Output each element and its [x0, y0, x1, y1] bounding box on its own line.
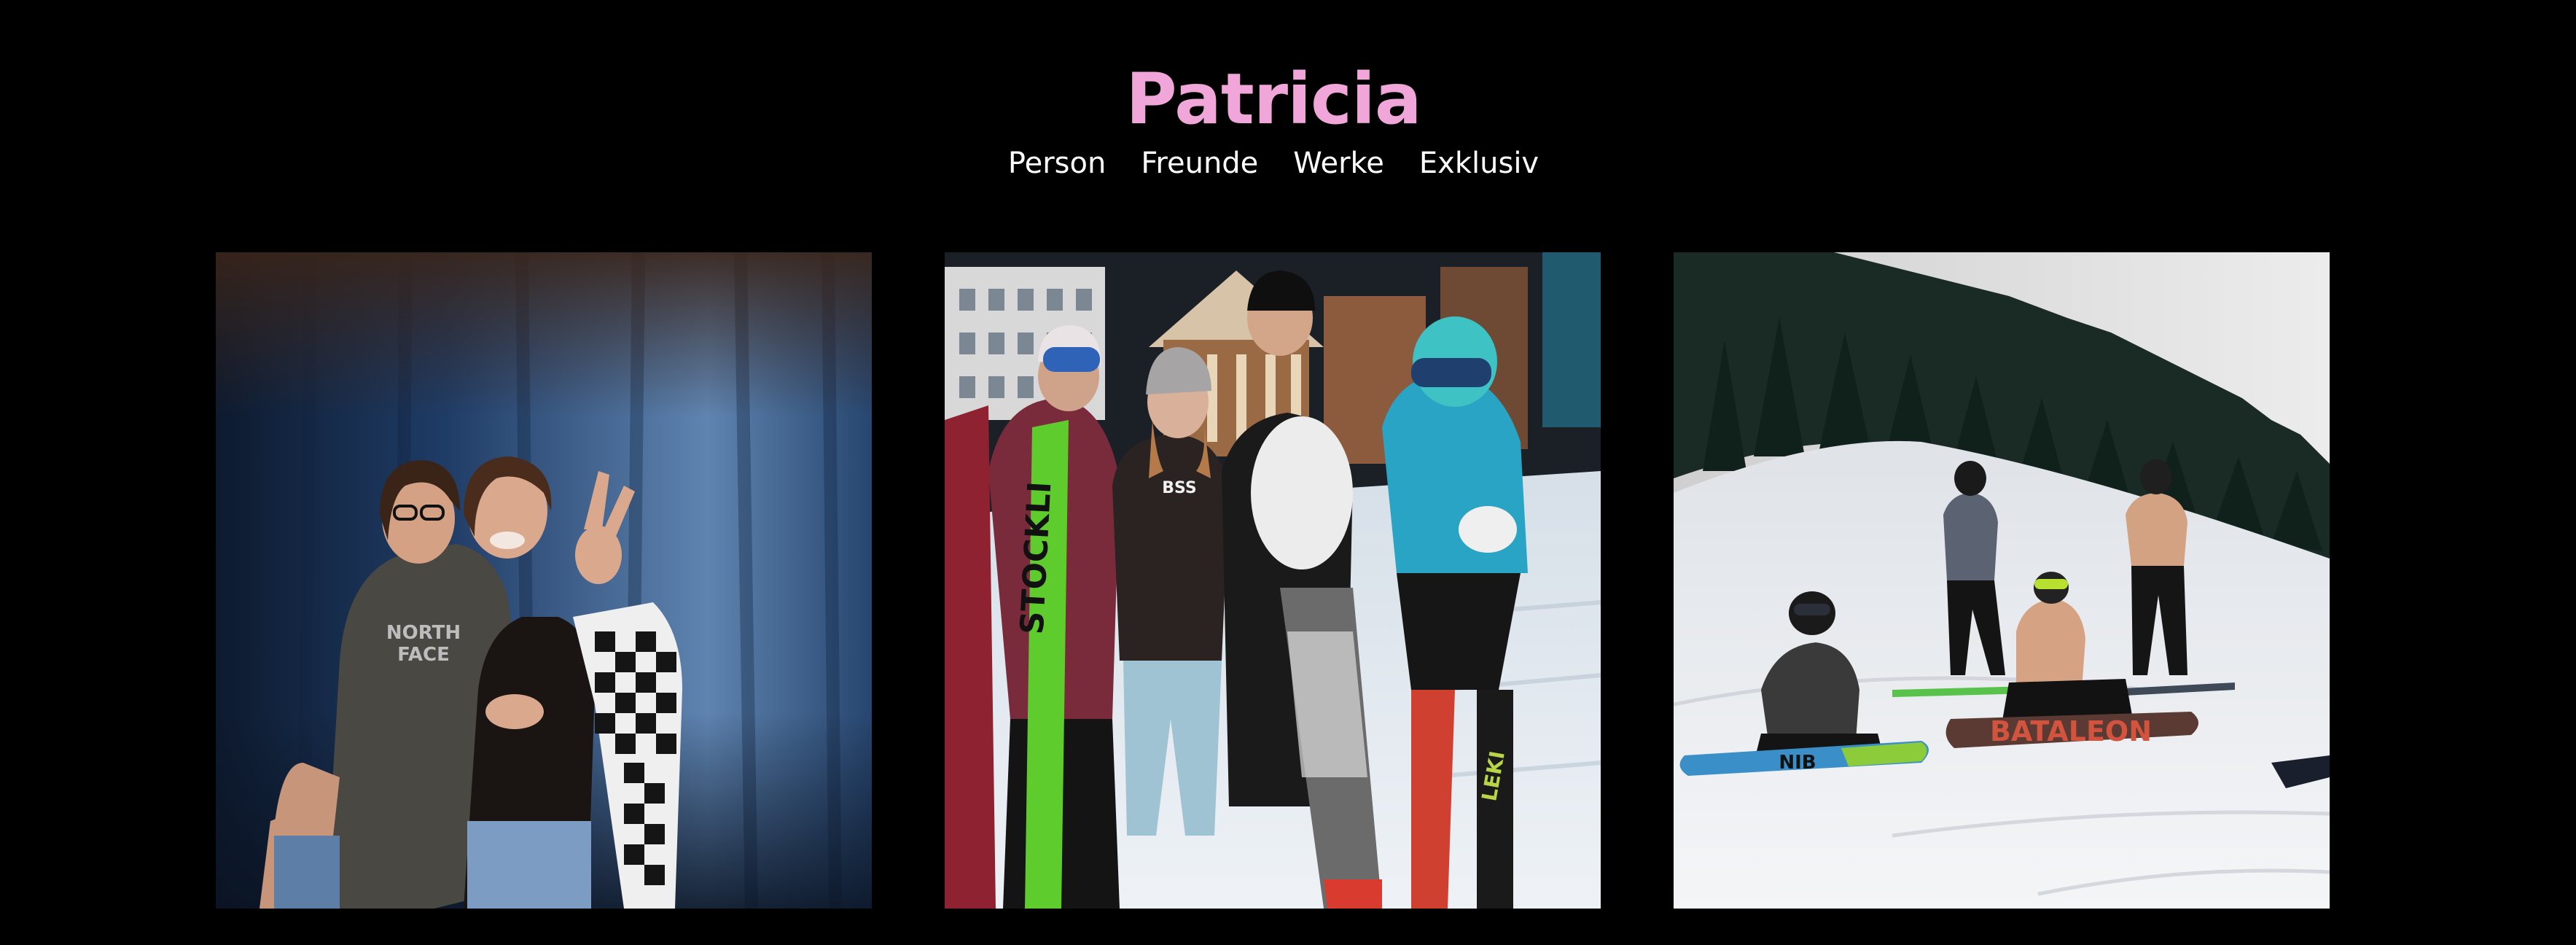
- photo-ski-group-image: STOCKLI BSS LEKI: [945, 252, 1601, 909]
- photo-two-friends[interactable]: NORTH FACE: [216, 252, 872, 909]
- svg-text:NORTH: NORTH: [386, 622, 461, 644]
- photo-two-friends-image: NORTH FACE: [216, 252, 872, 909]
- photo-gallery: NORTH FACE STOCKLI BSS LEKI NIB BATALEON: [216, 252, 2330, 909]
- svg-text:FACE: FACE: [397, 644, 450, 666]
- nav-link-freunde[interactable]: Freunde: [1141, 143, 1258, 184]
- svg-text:NIB: NIB: [1779, 752, 1816, 774]
- nav-link-werke[interactable]: Werke: [1293, 143, 1384, 184]
- photo-snowboarders[interactable]: NIB BATALEON: [1674, 252, 2330, 909]
- nav-link-exklusiv[interactable]: Exklusiv: [1419, 143, 1539, 184]
- photo-snowboarders-image: NIB BATALEON: [1674, 252, 2330, 909]
- svg-text:BSS: BSS: [1162, 479, 1196, 497]
- nav-link-person[interactable]: Person: [1008, 143, 1106, 184]
- main-nav: Person Freunde Werke Exklusiv: [0, 143, 2547, 184]
- site-title: Patricia: [1125, 58, 1421, 140]
- svg-text:BATALEON: BATALEON: [1990, 715, 2152, 747]
- photo-ski-group[interactable]: STOCKLI BSS LEKI: [945, 252, 1601, 909]
